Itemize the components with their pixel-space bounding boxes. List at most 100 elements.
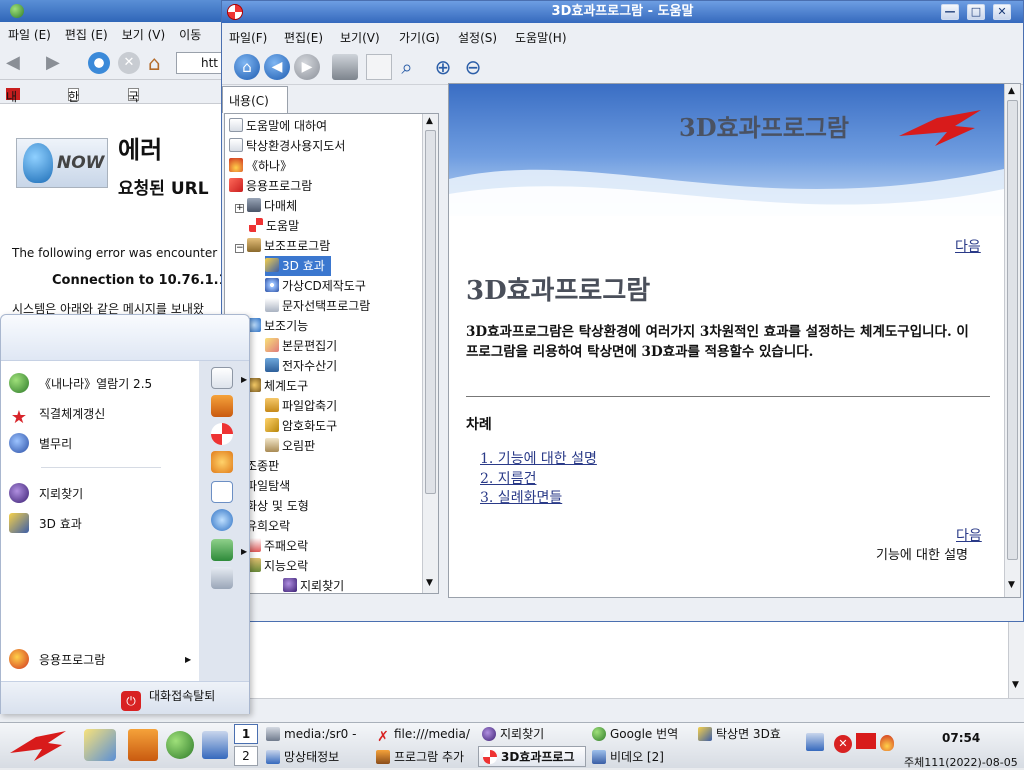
tree-item[interactable]: 문자선택프로그람	[265, 296, 370, 316]
task-video[interactable]: 비데오 [2]	[588, 747, 692, 768]
maximize-button[interactable]: □	[967, 4, 985, 20]
task-desktop-3d[interactable]: 탁상면 3D효	[694, 724, 804, 745]
settings-icon[interactable]	[211, 451, 233, 473]
tree-item[interactable]: + 다매체	[235, 196, 297, 216]
collapse-icon[interactable]: −	[235, 244, 244, 253]
help-window-title-bar[interactable]: 3D효과프로그람 - 도움말 — □ ✕	[222, 1, 1023, 23]
start-item-3d-effect[interactable]: 3D 효과	[9, 511, 82, 537]
scroll-thumb[interactable]	[1007, 100, 1018, 560]
back-icon[interactable]: ◀	[264, 54, 290, 80]
start-item-browser[interactable]: 《내나라》열람기 2.5	[9, 371, 152, 397]
workspace-1[interactable]: 1	[234, 724, 258, 744]
tree-item[interactable]: 본문편집기	[265, 336, 337, 356]
user-icon[interactable]	[211, 539, 233, 561]
menu-settings[interactable]: 설정(S)	[458, 29, 497, 46]
toc-link-1[interactable]: 1. 기능에 대한 설명	[480, 448, 597, 468]
toc-link-3[interactable]: 3. 실례화면들	[480, 487, 562, 507]
package-icon[interactable]	[211, 395, 233, 417]
package-launcher-icon[interactable]	[128, 729, 158, 761]
home-icon[interactable]: ⌂	[148, 52, 170, 74]
text-editor-launcher-icon[interactable]	[84, 729, 116, 761]
scroll-down-arrow-icon[interactable]: ▼	[1008, 580, 1015, 590]
network-launcher-icon[interactable]	[202, 731, 228, 759]
clock[interactable]: 07:54	[942, 731, 980, 745]
minimize-button[interactable]: —	[941, 4, 959, 20]
forward-icon[interactable]: ▶	[294, 54, 320, 80]
print-icon[interactable]	[332, 54, 358, 80]
scroll-down-arrow-icon[interactable]: ▼	[1012, 680, 1019, 690]
browser-scrollbar[interactable]: ▼	[1008, 622, 1024, 698]
home-icon[interactable]: ⌂	[234, 54, 260, 80]
tab-contents[interactable]: 내용(C)	[222, 86, 288, 113]
flag-tray-icon[interactable]	[856, 733, 876, 749]
start-item-update[interactable]: ★ 직결체계갱신	[9, 401, 105, 428]
task-add-program[interactable]: 프로그람 추가	[372, 747, 478, 768]
search-icon[interactable]	[211, 481, 233, 503]
forward-arrow-icon[interactable]: ▶	[46, 54, 68, 72]
browser-menu-go[interactable]: 이동	[171, 22, 207, 43]
start-item-minesweeper[interactable]: 지뢰찾기	[9, 481, 83, 507]
task-google-translate[interactable]: Google 번역	[588, 724, 692, 745]
help-icon[interactable]	[211, 423, 233, 445]
expand-icon[interactable]: +	[235, 204, 244, 213]
tree-item[interactable]: − 보조프로그람	[235, 236, 330, 256]
lock-icon[interactable]	[211, 567, 233, 589]
scroll-up-arrow-icon[interactable]: ▲	[426, 116, 433, 126]
browser-launcher-icon[interactable]	[166, 731, 194, 759]
help-statusbar	[222, 598, 1023, 621]
tree-item[interactable]: 도움말에 대하여	[229, 116, 327, 136]
zoom-in-icon[interactable]: ⊕	[430, 54, 456, 80]
network-icon[interactable]	[211, 509, 233, 531]
tree-item[interactable]: 지뢰찾기	[283, 576, 344, 596]
tree-item[interactable]: 응용프로그람	[229, 176, 312, 196]
task-network-status[interactable]: 망상태정보	[262, 747, 372, 768]
task-media[interactable]: media:/sr0 -	[262, 724, 386, 745]
menu-edit[interactable]: 편집(E)	[284, 29, 323, 46]
disconnect-tray-icon[interactable]: ✕	[834, 735, 852, 753]
menu-file[interactable]: 파일(F)	[229, 29, 267, 46]
banner-title: 3D효과프로그람	[679, 113, 849, 142]
logout-button[interactable]: ⏻ 대화접속탈퇴	[121, 687, 245, 711]
menu-go[interactable]: 가기(G)	[399, 29, 440, 46]
scroll-down-arrow-icon[interactable]: ▼	[426, 578, 433, 588]
tree-item[interactable]: 파일압축기	[265, 396, 337, 416]
find-icon[interactable]: ⌕	[394, 54, 420, 80]
start-menu-button[interactable]	[8, 727, 68, 765]
next-link-top[interactable]: 다음	[955, 236, 981, 256]
menu-view[interactable]: 보기(V)	[340, 29, 380, 46]
documents-icon[interactable]	[211, 367, 233, 389]
browser-menu-file[interactable]: 파일 (E)	[0, 22, 57, 43]
toc-link-2[interactable]: 2. 지름건	[480, 468, 536, 488]
tree-item[interactable]: 3D 효과	[265, 256, 331, 276]
viewer-scrollbar[interactable]: ▲ ▼	[1004, 84, 1020, 597]
tree-item[interactable]: 탁상환경사용지도서	[229, 136, 345, 156]
tree-item[interactable]: 《하나》	[229, 156, 292, 176]
tree-item[interactable]: 도움말	[235, 216, 299, 236]
task-file[interactable]: ✗ file:///media/	[372, 724, 478, 745]
tree-item[interactable]: 가상CD제작도구	[265, 276, 366, 296]
zoom-out-icon[interactable]: ⊖	[460, 54, 486, 80]
network-tray-icon[interactable]	[806, 733, 824, 751]
close-button[interactable]: ✕	[993, 4, 1011, 20]
task-3d-help[interactable]: 3D효과프로그	[478, 746, 586, 767]
pane-splitter[interactable]	[440, 85, 448, 595]
browser-menu-view[interactable]: 보기 (V)	[114, 22, 171, 43]
scroll-thumb[interactable]	[425, 130, 436, 494]
scroll-up-arrow-icon[interactable]: ▲	[1008, 86, 1015, 96]
tree-scrollbar[interactable]: ▲ ▼	[422, 114, 438, 593]
copy-icon[interactable]	[366, 54, 392, 80]
task-minesweeper[interactable]: 지뢰찾기	[478, 724, 582, 745]
tree-item[interactable]: 암호화도구	[265, 416, 337, 436]
back-arrow-icon[interactable]: ◀	[6, 54, 28, 72]
start-item-applications[interactable]: 응용프로그람 ▶	[9, 647, 193, 673]
flame-tray-icon[interactable]	[880, 735, 894, 751]
tree-item[interactable]: 전자수산기	[265, 356, 337, 376]
stop-icon[interactable]: ✕	[118, 52, 140, 74]
tree-item[interactable]: 오림판	[265, 436, 315, 456]
reload-icon[interactable]	[88, 52, 110, 74]
start-item-stars[interactable]: 별무리	[9, 431, 72, 457]
workspace-2[interactable]: 2	[234, 746, 258, 766]
browser-menu-edit[interactable]: 편집 (E)	[57, 22, 114, 43]
next-link-bottom[interactable]: 다음	[956, 525, 982, 545]
menu-help[interactable]: 도움말(H)	[515, 29, 567, 46]
